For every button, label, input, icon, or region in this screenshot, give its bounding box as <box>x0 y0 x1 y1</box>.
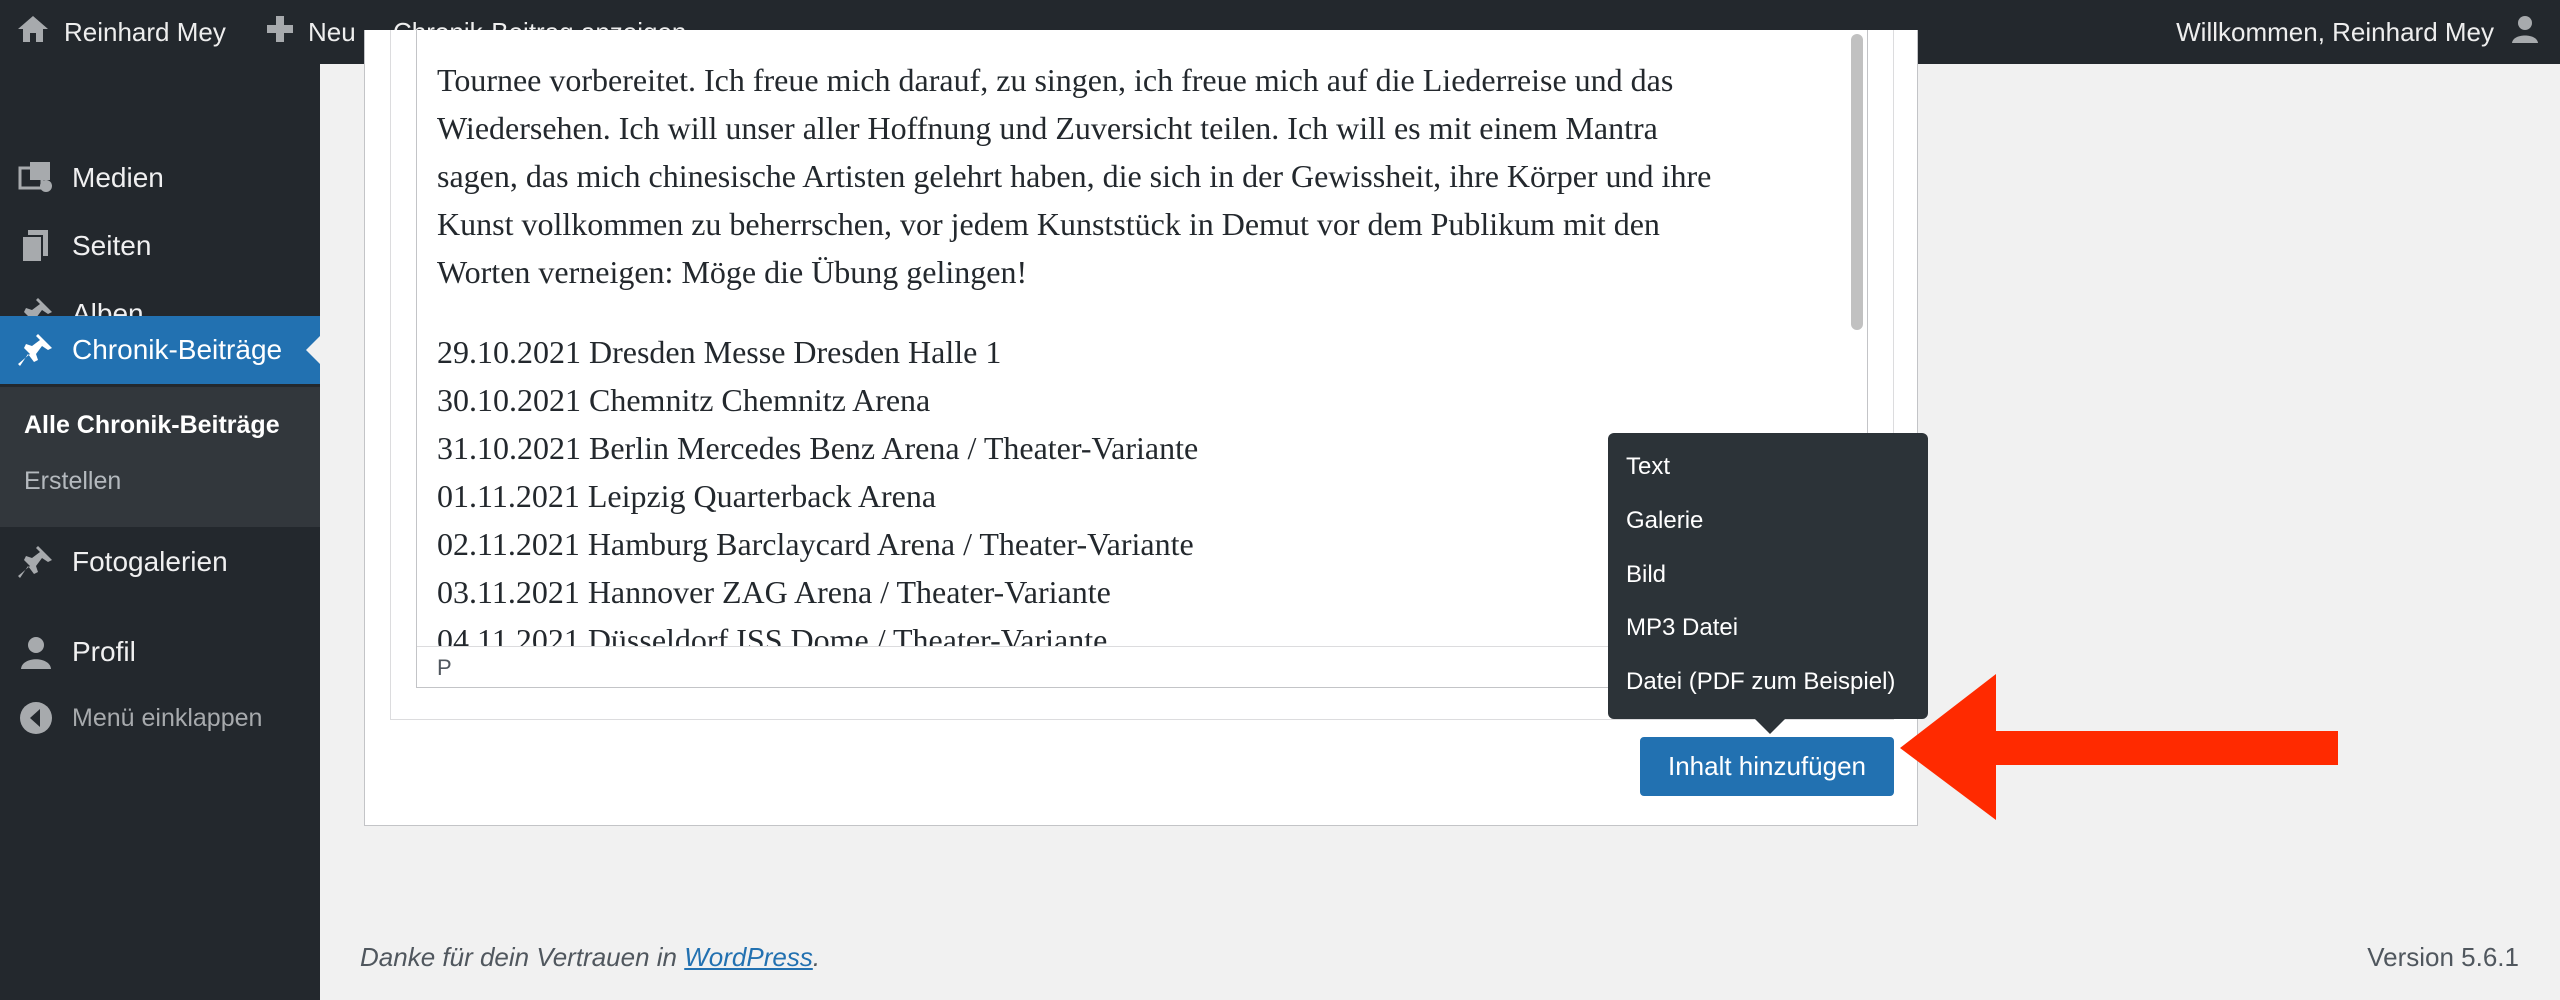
media-icon <box>18 160 54 196</box>
menu-item-mp3[interactable]: MP3 Datei <box>1626 614 1738 642</box>
site-name: Reinhard Mey <box>64 16 226 47</box>
user-icon <box>18 634 54 670</box>
submenu-item-all[interactable]: Alle Chronik-Beiträge <box>24 411 280 440</box>
sidebar-item-chronik[interactable]: Chronik-Beiträge <box>0 316 320 384</box>
wordpress-link[interactable]: WordPress <box>684 942 813 972</box>
sidebar-item-label: Medien <box>72 162 164 193</box>
home-icon <box>16 14 50 51</box>
tour-date-line: 30.10.2021 Chemnitz Chemnitz Arena <box>437 382 931 418</box>
text-line: Wiedersehen. Ich will unser aller Hoffnu… <box>437 110 1658 146</box>
text-line: Worten verneigen: Möge die Übung gelinge… <box>437 254 1028 290</box>
pin-icon <box>18 544 54 580</box>
user-avatar-icon <box>2510 14 2540 51</box>
plus-icon <box>266 15 294 50</box>
add-content-button[interactable]: Inhalt hinzufügen <box>1640 737 1894 796</box>
tour-date-line: 29.10.2021 Dresden Messe Dresden Halle 1 <box>437 334 1002 370</box>
sidebar-item-medien[interactable]: Medien <box>0 144 320 212</box>
admin-sidebar: Medien Seiten Alben Chronik-Beiträge All… <box>0 64 320 1000</box>
scrollbar-thumb[interactable] <box>1851 34 1863 330</box>
menu-item-gallery[interactable]: Galerie <box>1626 507 1703 535</box>
menu-item-text[interactable]: Text <box>1626 453 1670 481</box>
sidebar-item-label: Profil <box>72 636 136 667</box>
add-content-menu: Text Galerie Bild MP3 Datei Datei (PDF z… <box>1608 433 1928 734</box>
menu-item-image[interactable]: Bild <box>1626 561 1666 589</box>
version-info: Version 5.6.1 <box>2367 942 2519 972</box>
current-indicator <box>306 336 320 364</box>
text-line: sagen, das mich chinesische Artisten gel… <box>437 158 1712 194</box>
account-menu[interactable]: Willkommen, Reinhard Mey <box>2176 0 2540 64</box>
footer-thanks-suffix: . <box>812 942 821 972</box>
footer-thanks: Danke für dein Vertrauen in WordPress. <box>360 942 820 973</box>
site-name-link[interactable]: Reinhard Mey <box>16 0 226 64</box>
new-label: Neu <box>308 16 356 47</box>
submenu-item-create[interactable]: Erstellen <box>24 467 121 496</box>
collapse-arrow-icon <box>18 700 54 736</box>
submenu-chronik: Alle Chronik-Beiträge Erstellen <box>0 387 320 527</box>
sidebar-item-seiten[interactable]: Seiten <box>0 212 320 280</box>
menu-caret <box>1755 719 1785 734</box>
footer-thanks-text: Danke für dein Vertrauen in <box>360 942 685 972</box>
collapse-menu-button[interactable]: Menü einklappen <box>0 684 320 752</box>
collapse-menu-label: Menü einklappen <box>72 703 263 732</box>
menu-item-file[interactable]: Datei (PDF zum Beispiel) <box>1626 668 1895 696</box>
pages-icon <box>18 228 54 264</box>
text-line: Kunst vollkommen zu beherrschen, vor jed… <box>437 206 1660 242</box>
sidebar-item-label: Chronik-Beiträge <box>72 334 283 365</box>
sidebar-item-label: Fotogalerien <box>72 546 228 577</box>
greeting: Willkommen, Reinhard Mey <box>2176 16 2494 47</box>
element-path[interactable]: P <box>437 655 452 681</box>
pin-icon <box>18 332 54 368</box>
red-arrow-annotation <box>1900 674 2338 820</box>
sidebar-item-fotogalerien[interactable]: Fotogalerien <box>0 528 320 596</box>
sidebar-item-label: Seiten <box>72 230 152 261</box>
text-line: Tournee vorbereitet. Ich freue mich dara… <box>437 62 1674 98</box>
new-content-link[interactable]: Neu <box>266 0 356 64</box>
sidebar-item-profil[interactable]: Profil <box>0 618 320 686</box>
editor-paragraph: Tournee vorbereitet. Ich freue mich dara… <box>437 56 1847 296</box>
